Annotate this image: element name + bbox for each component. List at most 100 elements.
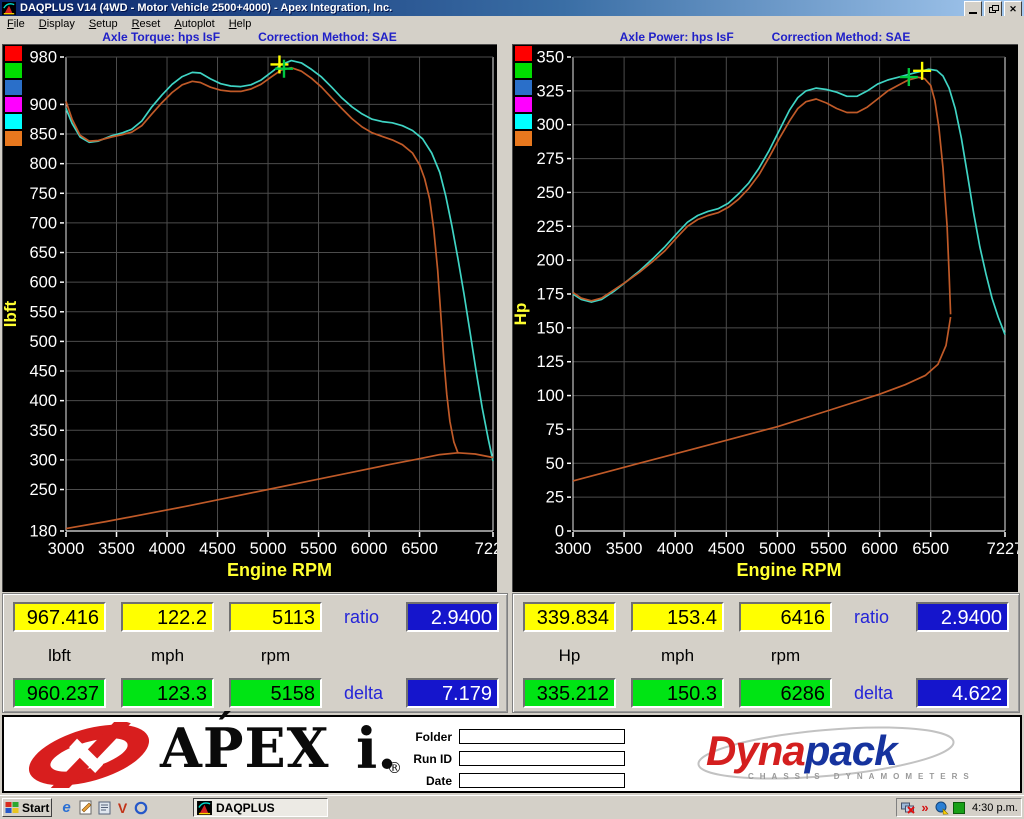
trace-color-swatch bbox=[5, 97, 22, 112]
trace-color-swatch bbox=[5, 80, 22, 95]
y-axis-title: lbft bbox=[2, 300, 20, 327]
power-unit-label: Hp bbox=[523, 646, 616, 666]
trace-color-swatch bbox=[5, 114, 22, 129]
x-tick-label: 6000 bbox=[861, 540, 898, 558]
y-tick-label: 900 bbox=[29, 96, 57, 114]
power-trace-cyan bbox=[573, 69, 1005, 334]
x-tick-label: 4500 bbox=[199, 540, 236, 558]
registered-mark: ® bbox=[387, 759, 402, 777]
globe-alert-icon[interactable] bbox=[935, 801, 949, 815]
trace-color-swatch bbox=[515, 46, 532, 61]
x-tick-label: 3500 bbox=[606, 540, 643, 558]
dynapack-logo: Dynapack CHASSIS DYNAMOMETERS bbox=[686, 725, 996, 785]
close-button[interactable]: ✕ bbox=[1004, 1, 1022, 17]
windows-logo-icon bbox=[5, 801, 19, 814]
y-tick-label: 250 bbox=[29, 481, 57, 499]
menu-file[interactable]: File bbox=[0, 17, 32, 31]
date-input[interactable] bbox=[459, 773, 625, 788]
rpm-cursor2-value: 6286 bbox=[739, 678, 832, 708]
messenger-icon[interactable] bbox=[132, 799, 149, 816]
folder-input[interactable] bbox=[459, 729, 625, 744]
x-tick-label: 6500 bbox=[401, 540, 438, 558]
rpm-unit-label: rpm bbox=[229, 646, 322, 666]
run-id-label: Run ID bbox=[402, 752, 452, 766]
x-tick-label: 5000 bbox=[759, 540, 796, 558]
torque-lower-trace-orange bbox=[66, 453, 493, 529]
power-chart[interactable]: 3503253002752502252001751501251007550250… bbox=[512, 44, 1018, 592]
fast-forward-icon[interactable]: » bbox=[918, 801, 932, 815]
run-id-input[interactable] bbox=[459, 751, 625, 766]
system-tray: » 4:30 p.m. bbox=[896, 798, 1022, 817]
y-tick-label: 550 bbox=[29, 303, 57, 321]
torque-cursor-value: 967.416 bbox=[13, 602, 106, 632]
media-app-icon[interactable]: V bbox=[114, 799, 131, 816]
x-tick-label: 4500 bbox=[708, 540, 745, 558]
apex-logo-accent: ´ bbox=[211, 705, 234, 759]
date-label: Date bbox=[402, 774, 452, 788]
speed-unit-label: mph bbox=[121, 646, 214, 666]
window-title: DAQPLUS V14 (4WD - Motor Vehicle 2500+40… bbox=[20, 2, 392, 14]
network-disconnected-icon[interactable] bbox=[901, 801, 915, 815]
ratio-value: 2.9400 bbox=[916, 602, 1009, 632]
dynapack-logo-text: Dynapack bbox=[706, 727, 896, 775]
daqplus-icon bbox=[197, 801, 212, 815]
ratio-label: ratio bbox=[854, 607, 914, 628]
trace-color-swatch bbox=[515, 80, 532, 95]
y-tick-label: 75 bbox=[546, 421, 564, 439]
y-tick-label: 500 bbox=[29, 333, 57, 351]
torque-chart[interactable]: 9809008508007507006506005505004504003503… bbox=[2, 44, 497, 592]
ratio-value: 2.9400 bbox=[406, 602, 499, 632]
y-tick-label: 650 bbox=[29, 244, 57, 262]
power-chart-header: Axle Power: hps IsF Correction Method: S… bbox=[512, 30, 1018, 44]
ratio-label: ratio bbox=[344, 607, 404, 628]
apex-logo-text: APEX bbox=[160, 718, 330, 778]
rpm-cursor2-value: 5158 bbox=[229, 678, 322, 708]
menu-help[interactable]: Help bbox=[222, 17, 259, 31]
rpm-cursor-value: 6416 bbox=[739, 602, 832, 632]
y-tick-label: 350 bbox=[536, 49, 564, 67]
power-lower-trace-orange bbox=[573, 317, 951, 481]
restore-button[interactable] bbox=[984, 1, 1002, 17]
delta-label: delta bbox=[854, 683, 914, 704]
taskbar-daqplus-button[interactable]: DAQPLUS bbox=[193, 798, 328, 817]
y-tick-label: 600 bbox=[29, 274, 57, 292]
speed-cursor-value: 122.2 bbox=[121, 602, 214, 632]
y-tick-label: 700 bbox=[29, 214, 57, 232]
x-tick-label: 3500 bbox=[98, 540, 135, 558]
y-tick-label: 750 bbox=[29, 185, 57, 203]
internet-explorer-icon[interactable]: e bbox=[58, 799, 75, 816]
page-pencil-icon[interactable] bbox=[77, 799, 94, 816]
x-axis-title: Engine RPM bbox=[736, 560, 841, 580]
x-axis-title: Engine RPM bbox=[227, 560, 332, 580]
y-tick-label: 50 bbox=[546, 455, 564, 473]
menu-reset[interactable]: Reset bbox=[125, 17, 168, 31]
dynapack-tagline: CHASSIS DYNAMOMETERS bbox=[748, 772, 975, 781]
status-green-icon[interactable] bbox=[952, 801, 966, 815]
app-icon bbox=[2, 2, 16, 15]
taskbar-clock: 4:30 p.m. bbox=[972, 802, 1018, 814]
y-tick-label: 850 bbox=[29, 126, 57, 144]
torque-unit-label: lbft bbox=[13, 646, 106, 666]
trace-color-swatch bbox=[515, 114, 532, 129]
minimize-button[interactable] bbox=[964, 1, 982, 17]
task-button-label: DAQPLUS bbox=[216, 801, 275, 815]
rpm-unit-label: rpm bbox=[739, 646, 832, 666]
y-tick-label: 125 bbox=[536, 353, 564, 371]
power-readout-panel: 339.834 153.4 6416 ratio 2.9400 Hp mph r… bbox=[512, 593, 1020, 713]
torque-chart-title: Axle Torque: hps IsF bbox=[102, 30, 220, 44]
x-tick-label: 3000 bbox=[555, 540, 592, 558]
x-tick-label: 4000 bbox=[149, 540, 186, 558]
apex-logo-emblem bbox=[22, 722, 157, 788]
menu-autoplot[interactable]: Autoplot bbox=[167, 17, 221, 31]
document-icon[interactable] bbox=[96, 799, 113, 816]
menu-display[interactable]: Display bbox=[32, 17, 82, 31]
speed-unit-label: mph bbox=[631, 646, 724, 666]
start-button[interactable]: Start bbox=[2, 798, 52, 817]
x-tick-label: 4000 bbox=[657, 540, 694, 558]
y-tick-label: 150 bbox=[536, 319, 564, 337]
power-cursor2-value: 335.212 bbox=[523, 678, 616, 708]
logo-strip: APEX ´ i. ® Folder Run ID Date Dynapack … bbox=[2, 715, 1022, 793]
x-tick-label: 5500 bbox=[810, 540, 847, 558]
y-tick-label: 980 bbox=[29, 49, 57, 67]
menu-setup[interactable]: Setup bbox=[82, 17, 125, 31]
